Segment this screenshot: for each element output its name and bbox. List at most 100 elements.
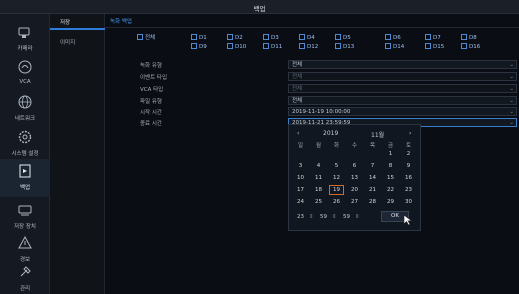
event-type-value: 전체 [292, 74, 303, 80]
checkbox-box [191, 34, 197, 40]
checkbox-box [461, 34, 467, 40]
hour-value[interactable]: 23 [297, 214, 304, 220]
calendar-day[interactable]: 29 [383, 197, 398, 207]
minute-stepper-icon[interactable]: ⇕ [332, 214, 337, 220]
subnav-item-record[interactable]: 저장 [50, 16, 105, 30]
calendar-day[interactable]: 12 [329, 173, 344, 183]
calendar-day[interactable]: 11 [311, 173, 326, 183]
checkbox-channel[interactable]: D4 [299, 34, 315, 43]
calendar-day[interactable]: 22 [383, 185, 398, 195]
calendar-day[interactable]: 3 [293, 161, 308, 171]
checkbox-channel[interactable]: D9 [191, 43, 207, 52]
tab-record-backup[interactable]: 녹화 백업 [110, 17, 132, 25]
checkbox-box [227, 34, 233, 40]
mouse-cursor-icon [403, 214, 413, 226]
event-type-select[interactable]: 전체 ⌄ [288, 72, 517, 81]
checkbox-box [191, 43, 197, 49]
checkbox-channel[interactable]: D16 [461, 43, 480, 52]
start-time-input[interactable]: 2019-11-19 10:00:00 ⌄ [288, 107, 517, 116]
file-type-label: 파일 유형 [140, 99, 162, 105]
checkbox-label: D8 [469, 35, 477, 41]
channel-selector: 전체 D1 D2 D3 D4 D5 D6 D7 D8 D9 D10 D11 D1… [105, 28, 519, 56]
calendar-day[interactable]: 5 [329, 161, 344, 171]
calendar-day[interactable]: 25 [311, 197, 326, 207]
checkbox-channel[interactable]: D8 [461, 34, 477, 43]
nav-item-network[interactable]: 네트워크 [0, 90, 50, 128]
checkbox-channel[interactable]: D2 [227, 34, 243, 43]
start-time-value: 2019-11-19 10:00:00 [292, 109, 351, 115]
calendar-day[interactable]: 24 [293, 197, 308, 207]
calendar-day[interactable]: 13 [347, 173, 362, 183]
checkbox-channel[interactable]: D5 [335, 34, 351, 43]
checkbox-box [227, 43, 233, 49]
second-value[interactable]: 59 [343, 214, 350, 220]
hour-stepper-icon[interactable]: ⇕ [309, 214, 314, 220]
calendar-day[interactable]: 7 [365, 161, 380, 171]
checkbox-label: D5 [343, 35, 351, 41]
calendar-day[interactable]: 28 [365, 197, 380, 207]
calendar-day[interactable]: 6 [347, 161, 362, 171]
checkbox-channel[interactable]: D11 [263, 43, 282, 52]
nav-item-backup[interactable]: 백업 [0, 159, 50, 197]
weekday-label: 수 [351, 143, 358, 149]
calendar-month[interactable]: 11월 [371, 130, 384, 139]
calendar-day[interactable]: 27 [347, 197, 362, 207]
window-title: 백업 [253, 5, 266, 13]
chevron-down-icon: ⌄ [509, 98, 514, 104]
file-type-value: 전체 [292, 98, 303, 104]
nav-item-admin[interactable]: 관리 [0, 260, 50, 294]
nav-item-system-settings[interactable]: 시스템 설정 [0, 125, 50, 163]
chevron-down-icon: ⌄ [509, 120, 514, 126]
checkbox-channel[interactable]: D13 [335, 43, 354, 52]
calendar-day-selected[interactable]: 19 [329, 185, 344, 195]
checkbox-channel[interactable]: D15 [425, 43, 444, 52]
second-stepper-icon[interactable]: ⇕ [355, 214, 360, 220]
calendar-day[interactable]: 14 [365, 173, 380, 183]
checkbox-box [425, 34, 431, 40]
nav-label: VCA [19, 79, 31, 85]
calendar-day[interactable]: 17 [293, 185, 308, 195]
next-month-button[interactable]: › [409, 130, 411, 137]
calendar-day[interactable]: 30 [401, 197, 416, 207]
record-type-select[interactable]: 전체 ⌄ [288, 60, 517, 69]
calendar-day[interactable]: 16 [401, 173, 416, 183]
calendar-year[interactable]: 2019 [323, 130, 338, 137]
checkbox-channel[interactable]: D3 [263, 34, 279, 43]
calendar-day[interactable]: 18 [311, 185, 326, 195]
checkbox-label: D14 [393, 44, 405, 50]
prev-month-button[interactable]: ‹ [297, 130, 299, 137]
checkbox-box [263, 43, 269, 49]
checkbox-box [299, 34, 305, 40]
checkbox-box [461, 43, 467, 49]
calendar-day[interactable]: 10 [293, 173, 308, 183]
vca-type-select[interactable]: 전체 ⌄ [288, 84, 517, 93]
checkbox-channel[interactable]: D14 [385, 43, 404, 52]
checkbox-channel[interactable]: D12 [299, 43, 318, 52]
calendar-day[interactable]: 1 [383, 149, 398, 159]
checkbox-all[interactable]: 전체 [137, 34, 155, 43]
weekday-label: 화 [333, 143, 340, 149]
minute-value[interactable]: 59 [320, 214, 327, 220]
calendar-day[interactable]: 4 [311, 161, 326, 171]
calendar-day[interactable]: 20 [347, 185, 362, 195]
network-icon [17, 94, 33, 110]
file-type-select[interactable]: 전체 ⌄ [288, 96, 517, 105]
checkbox-label: D10 [235, 44, 247, 50]
calendar-day[interactable]: 23 [401, 185, 416, 195]
nav-item-vca[interactable]: VCA [0, 55, 50, 93]
checkbox-box [335, 34, 341, 40]
subnav-item-image[interactable]: 이미지 [50, 36, 105, 50]
checkbox-channel[interactable]: D1 [191, 34, 207, 43]
calendar-day[interactable]: 15 [383, 173, 398, 183]
calendar-day[interactable]: 21 [365, 185, 380, 195]
calendar-day[interactable]: 8 [383, 161, 398, 171]
nav-item-camera[interactable]: 카메라 [0, 20, 50, 58]
calendar-day[interactable]: 2 [401, 149, 416, 159]
calendar-day[interactable]: 9 [401, 161, 416, 171]
checkbox-channel[interactable]: D6 [385, 34, 401, 43]
chevron-down-icon: ⌄ [509, 86, 514, 92]
checkbox-channel[interactable]: D7 [425, 34, 441, 43]
calendar-day[interactable]: 26 [329, 197, 344, 207]
nav-label: 관리 [19, 286, 31, 292]
checkbox-channel[interactable]: D10 [227, 43, 246, 52]
